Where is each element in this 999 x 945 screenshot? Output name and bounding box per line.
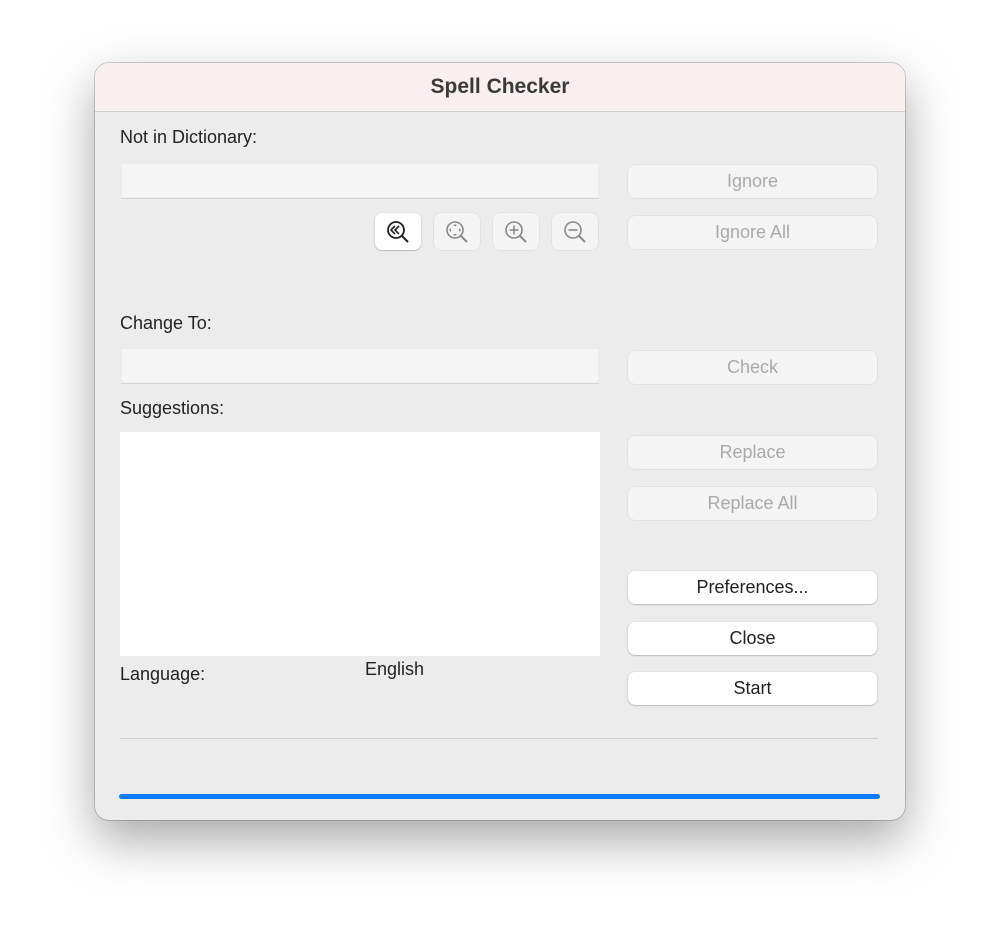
progress-bar [119,794,880,799]
language-value[interactable]: English [365,659,424,680]
zoom-out-button[interactable] [552,213,598,250]
check-button[interactable]: Check [628,351,877,384]
close-button[interactable]: Close [628,622,877,655]
start-button[interactable]: Start [628,672,877,705]
ignore-all-button[interactable]: Ignore All [628,216,877,249]
suggestions-label: Suggestions: [120,398,225,418]
zoom-out-icon [564,220,586,243]
preferences-button[interactable]: Preferences... [628,571,877,604]
suggestions-list[interactable] [120,432,600,656]
progress-fill [119,794,880,799]
change-to-field[interactable] [121,348,599,384]
zoom-in-icon [505,220,527,243]
zoom-in-button[interactable] [493,213,539,250]
replace-all-button[interactable]: Replace All [628,487,877,520]
search-previous-button[interactable] [375,213,421,250]
ignore-button[interactable]: Ignore [628,165,877,198]
not-in-dictionary-label: Not in Dictionary: [120,127,258,147]
search-previous-icon [387,220,409,243]
search-fit-icon [446,220,468,243]
separator [120,738,878,739]
replace-button[interactable]: Replace [628,436,877,469]
spell-checker-window: Spell Checker Not in Dictionary: Ignore … [95,63,905,820]
search-fit-button[interactable] [434,213,480,250]
language-label: Language: [120,664,206,684]
change-to-label: Change To: [120,313,212,333]
window-title: Spell Checker [95,63,905,112]
not-in-dictionary-field[interactable] [121,163,599,199]
